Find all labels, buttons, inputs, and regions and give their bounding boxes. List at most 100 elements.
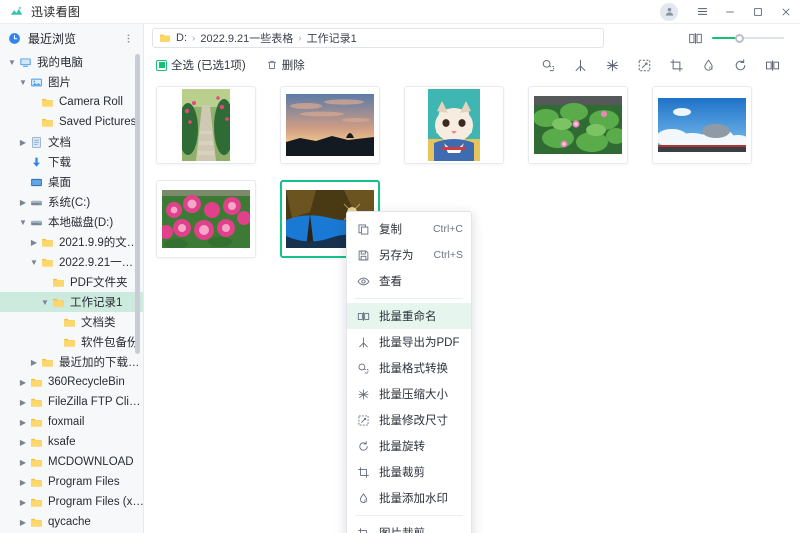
tree-item[interactable]: ▶MCDOWNLOAD — [0, 452, 144, 472]
context-menu-item-label: 批量格式转换 — [379, 360, 463, 376]
context-menu-item[interactable]: 另存为Ctrl+S — [347, 242, 471, 268]
tree-item[interactable]: ▶FileZilla FTP Client — [0, 392, 144, 412]
tree-expand-arrow[interactable]: ▶ — [17, 472, 29, 492]
sidebar-recent-header[interactable]: 最近浏览 — [0, 24, 144, 52]
tree-item[interactable]: ▶下载 — [0, 152, 144, 172]
tree-item-label: Saved Pictures — [59, 116, 136, 128]
context-menu-item-label: 批量添加水印 — [379, 490, 463, 506]
tree-expand-arrow[interactable]: ▼ — [28, 252, 40, 272]
folder-icon — [29, 515, 44, 530]
sidebar-scrollbar[interactable] — [135, 54, 140, 354]
tree-item[interactable]: ▶文档 — [0, 132, 144, 152]
minimize-button[interactable] — [716, 0, 744, 24]
tree-expand-arrow[interactable]: ▶ — [28, 352, 40, 372]
tree-item-label: Program Files — [48, 476, 120, 488]
tree-expand-arrow[interactable]: ▼ — [39, 292, 51, 312]
thumbnail-item[interactable] — [404, 86, 504, 164]
tree-item-label: Camera Roll — [59, 96, 123, 108]
tree-item-label: 图片 — [48, 74, 71, 90]
breadcrumb-separator: › — [192, 33, 195, 44]
context-menu-item[interactable]: 批量添加水印 — [347, 485, 471, 511]
page-view-icon[interactable] — [688, 31, 703, 46]
thumbnail-item[interactable] — [652, 86, 752, 164]
tree-expand-arrow[interactable]: ▶ — [17, 392, 29, 412]
context-menu-item[interactable]: 批量修改尺寸 — [347, 407, 471, 433]
tree-item[interactable]: ▶PDF文件夹 — [0, 272, 144, 292]
path-bar: D:›2022.9.21一些表格›工作记录1 — [144, 24, 800, 52]
thumbnail-item[interactable] — [156, 86, 256, 164]
folder-icon — [62, 335, 77, 350]
thumbnail-item[interactable] — [280, 86, 380, 164]
context-menu-item[interactable]: 批量旋转 — [347, 433, 471, 459]
batch-crop-tool[interactable] — [669, 58, 684, 73]
tree-item[interactable]: ▼我的电脑 — [0, 52, 144, 72]
tree-item[interactable]: ▶2021.9.9的文件夹 — [0, 232, 144, 252]
tree-item[interactable]: ▶Saved Pictures — [0, 112, 144, 132]
tree-item[interactable]: ▶foxmail — [0, 412, 144, 432]
tree-expand-arrow[interactable]: ▶ — [17, 372, 29, 392]
batch-watermark-tool[interactable] — [701, 58, 716, 73]
batch-rename-tool[interactable] — [765, 58, 780, 73]
tree-item[interactable]: ▶文档类 — [0, 312, 144, 332]
more-vertical-icon[interactable] — [123, 32, 134, 45]
folder-icon — [40, 355, 55, 370]
tree-item[interactable]: ▶系统(C:) — [0, 192, 144, 212]
thumbnail-size-slider[interactable] — [712, 32, 784, 44]
tree-expand-arrow[interactable]: ▶ — [17, 192, 29, 212]
breadcrumb-segment[interactable]: 工作记录1 — [307, 30, 357, 46]
context-menu-item[interactable]: 图片裁剪 — [347, 520, 471, 533]
tree-expand-arrow[interactable]: ▶ — [17, 432, 29, 452]
context-menu-item[interactable]: 批量导出为PDF — [347, 329, 471, 355]
rotate-icon — [355, 440, 371, 453]
account-avatar[interactable] — [660, 3, 678, 21]
clock-icon — [8, 32, 21, 45]
context-menu-item[interactable]: 批量压缩大小 — [347, 381, 471, 407]
tree-item[interactable]: ▼ 图片 — [0, 72, 144, 92]
close-button[interactable] — [772, 0, 800, 24]
main-menu-button[interactable] — [688, 0, 716, 24]
tree-item[interactable]: ▼工作记录1 — [0, 292, 144, 312]
batch-format-convert-tool[interactable] — [541, 58, 556, 73]
tree-expand-arrow[interactable]: ▶ — [28, 232, 40, 252]
tree-item[interactable]: ▶360RecycleBin — [0, 372, 144, 392]
context-menu-item[interactable]: 批量裁剪 — [347, 459, 471, 485]
tree-item[interactable]: ▶Camera Roll — [0, 92, 144, 112]
tree-expand-arrow[interactable]: ▶ — [17, 492, 29, 512]
batch-compress-tool[interactable] — [605, 58, 620, 73]
tree-item[interactable]: ▶软件包备份 — [0, 332, 144, 352]
batch-rotate-tool[interactable] — [733, 58, 748, 73]
batch-export-pdf-tool[interactable] — [573, 58, 588, 73]
tree-item[interactable]: ▶最近加的下载器的... — [0, 352, 144, 372]
path-input[interactable]: D:›2022.9.21一些表格›工作记录1 — [152, 28, 604, 48]
tree-expand-arrow[interactable]: ▶ — [17, 512, 29, 532]
tree-expand-arrow[interactable]: ▼ — [17, 72, 29, 92]
breadcrumb-segment[interactable]: 2022.9.21一些表格 — [200, 30, 293, 46]
select-all-checkbox[interactable] — [156, 60, 167, 71]
folder-icon — [29, 435, 44, 450]
tree-item[interactable]: ▶ Program Files — [0, 472, 144, 492]
context-menu-item[interactable]: 查看 — [347, 268, 471, 294]
breadcrumb-segment[interactable]: D: — [176, 32, 187, 44]
context-menu-item[interactable]: 复制Ctrl+C — [347, 216, 471, 242]
maximize-button[interactable] — [744, 0, 772, 24]
thumbnail-item[interactable] — [156, 180, 256, 258]
tree-expand-arrow[interactable]: ▼ — [17, 212, 29, 232]
thumbnail-item[interactable] — [528, 86, 628, 164]
tree-item[interactable]: ▼本地磁盘(D:) — [0, 212, 144, 232]
context-menu-item[interactable]: 批量重命名 — [347, 303, 471, 329]
select-all-button[interactable]: 全选 (已选1项) — [152, 55, 250, 75]
tree-item[interactable]: ▶Program Files (x86) — [0, 492, 144, 512]
tree-item[interactable]: ▼2022.9.21一些表格 — [0, 252, 144, 272]
batch-resize-tool[interactable] — [637, 58, 652, 73]
tree-item[interactable]: ▶qycache — [0, 512, 144, 532]
tree-item[interactable]: ▶ksafe — [0, 432, 144, 452]
tree-item[interactable]: ▶桌面 — [0, 172, 144, 192]
tree-expand-arrow[interactable]: ▶ — [17, 452, 29, 472]
rotate-icon — [733, 58, 748, 73]
context-menu-item[interactable]: 批量格式转换 — [347, 355, 471, 381]
tree-expand-arrow[interactable]: ▶ — [17, 132, 29, 152]
tree-expand-arrow[interactable]: ▼ — [6, 52, 18, 72]
delete-button[interactable]: 删除 — [262, 55, 309, 75]
pink-roses-image — [162, 190, 250, 248]
tree-expand-arrow[interactable]: ▶ — [17, 412, 29, 432]
